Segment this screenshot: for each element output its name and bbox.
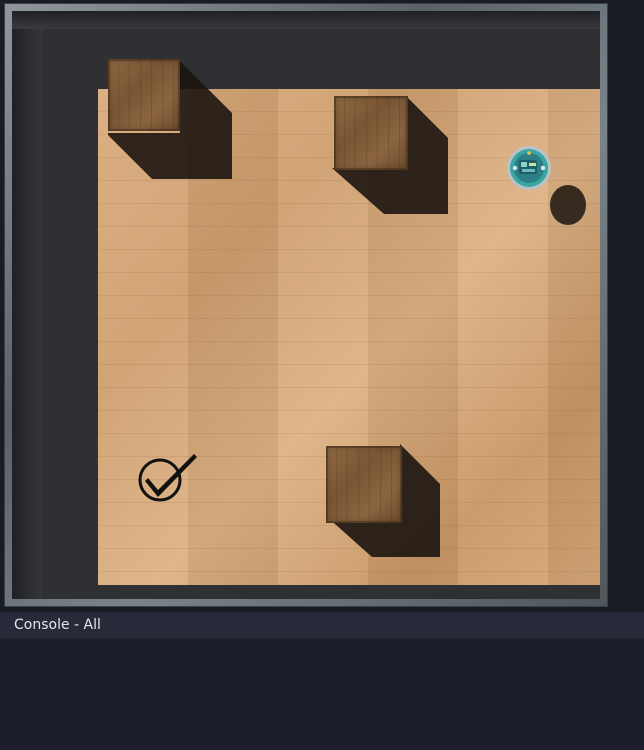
- console-header[interactable]: Console - All: [0, 612, 644, 638]
- goal-marker: [134, 442, 200, 502]
- checkmark-goal-icon: [138, 454, 197, 502]
- crate-3: [326, 446, 402, 523]
- console-output[interactable]: [0, 638, 644, 750]
- crate-1: [108, 59, 180, 131]
- crate-2: [334, 96, 408, 170]
- simulation-viewport[interactable]: [0, 0, 644, 612]
- robot-icon[interactable]: [506, 145, 552, 191]
- console-title: Console - All: [14, 617, 101, 633]
- arena-area: [12, 11, 600, 599]
- arena-wall-frame: [4, 3, 608, 607]
- robot-shadow: [550, 185, 586, 225]
- robot-topdown-icon: [507, 146, 551, 190]
- crate-shadows: [108, 61, 586, 557]
